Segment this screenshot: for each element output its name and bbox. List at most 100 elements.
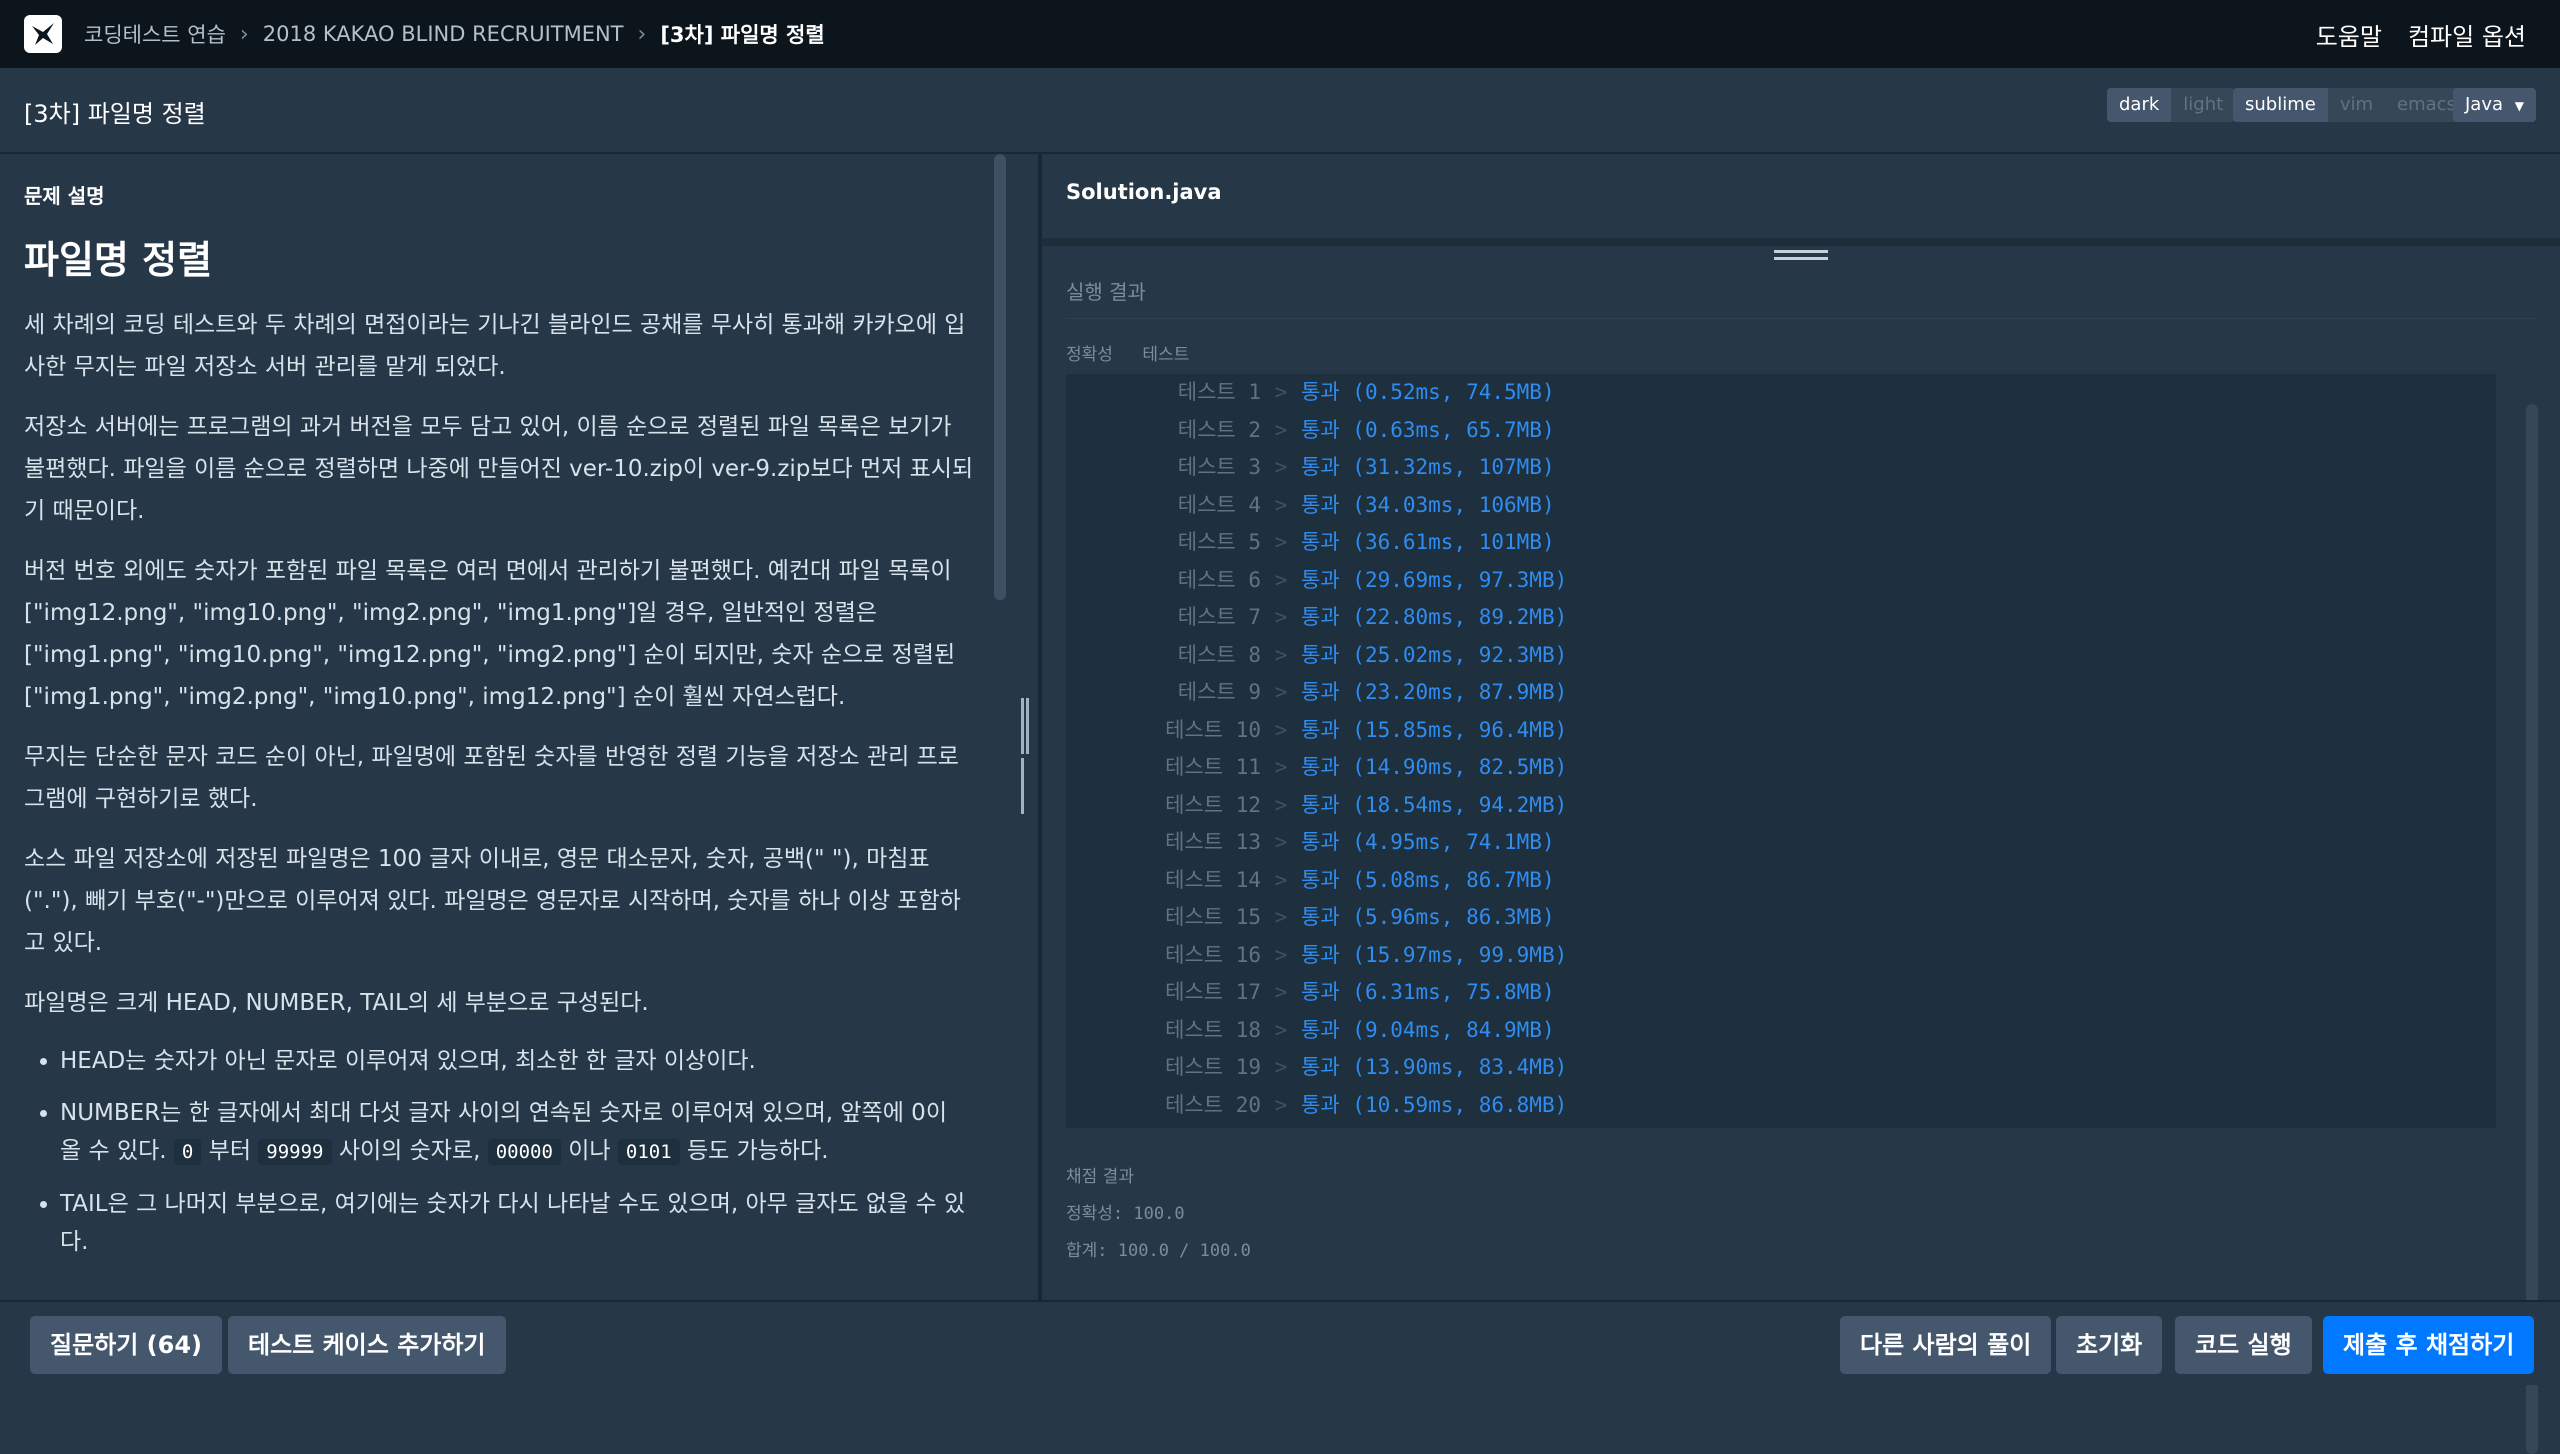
test-result-row: 테스트 18 > 통과 (9.04ms, 84.9MB) bbox=[1066, 1012, 2496, 1050]
test-status: 통과 bbox=[1301, 942, 1340, 967]
test-metric: (31.32ms, 107MB) bbox=[1352, 455, 1555, 479]
test-name: 테스트 8 bbox=[1177, 642, 1261, 667]
test-name: 테스트 15 bbox=[1165, 905, 1261, 929]
paragraph: 저장소 서버에는 프로그램의 과거 버전을 모두 담고 있어, 이름 순으로 정… bbox=[24, 414, 974, 524]
test-metric: (5.08ms, 86.7MB) bbox=[1352, 867, 1555, 892]
list-item: TAIL은 그 나머지 부분으로, 여기에는 숫자가 다시 나타날 수도 있으며… bbox=[60, 1185, 974, 1261]
problem-description-panel: 문제 설명 파일명 정렬 세 차례의 코딩 테스트와 두 차례의 면접이라는 기… bbox=[0, 154, 996, 1300]
test-metric: (15.85ms, 96.4MB) bbox=[1352, 717, 1568, 742]
test-name: 테스트 10 bbox=[1165, 717, 1261, 742]
test-status: 통과 bbox=[1301, 417, 1340, 442]
breadcrumb-recruitment[interactable]: 2018 KAKAO BLIND RECRUITMENT bbox=[263, 22, 624, 46]
compile-options-link[interactable]: 컴파일 옵션 bbox=[2408, 17, 2526, 52]
keymap-sublime-option[interactable]: sublime bbox=[2233, 88, 2328, 122]
test-metric: (14.90ms, 82.5MB) bbox=[1352, 755, 1568, 779]
test-metric: (6.31ms, 75.8MB) bbox=[1352, 980, 1555, 1004]
result-scrollbar[interactable] bbox=[2526, 404, 2538, 1454]
list-item-text: 이나 bbox=[568, 1138, 611, 1164]
test-status: 통과 bbox=[1301, 717, 1340, 742]
chevron-right-icon: › bbox=[637, 21, 647, 47]
test-result-row: 테스트 1 > 통과 (0.52ms, 74.5MB) bbox=[1066, 374, 2496, 412]
test-metric: (0.52ms, 74.5MB) bbox=[1352, 380, 1555, 404]
theme-dark-option[interactable]: dark bbox=[2107, 88, 2172, 122]
breadcrumb-current-problem: [3차] 파일명 정렬 bbox=[660, 23, 825, 47]
others-solution-button[interactable]: 다른 사람의 풀이 bbox=[1840, 1316, 2052, 1374]
code-editor[interactable] bbox=[1042, 238, 2560, 246]
total-score: 합계: 100.0 / 100.0 bbox=[1066, 1241, 1251, 1261]
test-name: 테스트 16 bbox=[1165, 942, 1261, 967]
tab-accuracy[interactable]: 정확성 bbox=[1066, 345, 1113, 365]
test-name: 테스트 18 bbox=[1165, 1017, 1261, 1042]
paragraph: 파일명은 크게 HEAD, NUMBER, TAIL의 세 부분으로 구성된다. bbox=[24, 990, 649, 1016]
test-metric: (5.96ms, 86.3MB) bbox=[1352, 905, 1555, 929]
problem-title-bar: [3차] 파일명 정렬 dark light sublime vim emacs… bbox=[0, 68, 2560, 154]
test-name: 테스트 12 bbox=[1165, 792, 1261, 817]
section-label: 문제 설명 bbox=[24, 184, 105, 208]
result-output: 테스트 1 > 통과 (0.52ms, 74.5MB) 테스트 2 > 통과 (0.63m… bbox=[1066, 374, 2498, 1280]
test-result-row: 테스트 13 > 통과 (4.95ms, 74.1MB) bbox=[1066, 824, 2496, 862]
chevron-right-icon: > bbox=[1274, 680, 1288, 704]
test-name: 테스트 4 bbox=[1177, 492, 1261, 517]
chevron-right-icon: > bbox=[1274, 530, 1288, 554]
test-metric: (10.59ms, 86.8MB) bbox=[1352, 1092, 1568, 1117]
test-result-row: 테스트 17 > 통과 (6.31ms, 75.8MB) bbox=[1066, 974, 2496, 1012]
test-result-row: 테스트 14 > 통과 (5.08ms, 86.7MB) bbox=[1066, 862, 2496, 900]
paragraph: 버전 번호 외에도 숫자가 포함된 파일 목록은 여러 면에서 관리하기 불편했… bbox=[24, 558, 956, 710]
result-tabs: 정확성 테스트 bbox=[1066, 340, 1213, 365]
test-name: 테스트 11 bbox=[1165, 755, 1261, 779]
test-name: 테스트 2 bbox=[1177, 417, 1261, 442]
breadcrumb-coding-test[interactable]: 코딩테스트 연습 bbox=[84, 19, 226, 49]
paragraph: 소스 파일 저장소에 저장된 파일명은 100 글자 이내로, 영문 대소문자,… bbox=[24, 846, 961, 956]
test-status: 통과 bbox=[1301, 455, 1340, 479]
chevron-right-icon: > bbox=[1274, 980, 1288, 1004]
inline-code: 0101 bbox=[617, 1139, 680, 1165]
test-status: 통과 bbox=[1301, 680, 1340, 704]
test-name: 테스트 17 bbox=[1165, 980, 1261, 1004]
keymap-vim-option[interactable]: vim bbox=[2328, 88, 2385, 122]
description-scrollbar[interactable] bbox=[994, 154, 1006, 600]
drag-handle-icon[interactable] bbox=[1774, 250, 1828, 266]
test-name: 테스트 3 bbox=[1177, 455, 1261, 479]
resize-handle-icon[interactable] bbox=[1021, 698, 1035, 814]
test-status: 통과 bbox=[1301, 830, 1340, 854]
language-select[interactable]: Java ▼ bbox=[2453, 88, 2536, 122]
add-testcase-button[interactable]: 테스트 케이스 추가하기 bbox=[228, 1316, 506, 1374]
paragraph: 무지는 단순한 문자 코드 순이 아닌, 파일명에 포함된 숫자를 반영한 정렬… bbox=[24, 744, 959, 812]
help-link[interactable]: 도움말 bbox=[2316, 17, 2382, 52]
test-metric: (0.63ms, 65.7MB) bbox=[1352, 417, 1555, 442]
test-metric: (23.20ms, 87.9MB) bbox=[1352, 680, 1568, 704]
test-result-row: 테스트 11 > 통과 (14.90ms, 82.5MB) bbox=[1066, 749, 2496, 787]
file-tab[interactable]: Solution.java bbox=[1066, 180, 1222, 204]
list-item: HEAD는 숫자가 아닌 문자로 이루어져 있으며, 최소한 한 글자 이상이다… bbox=[60, 1042, 974, 1080]
chevron-right-icon: > bbox=[1274, 830, 1288, 854]
test-metric: (34.03ms, 106MB) bbox=[1352, 492, 1555, 517]
test-status: 통과 bbox=[1301, 642, 1340, 667]
accuracy-score: 정확성: 100.0 bbox=[1066, 1204, 1185, 1224]
test-result-row: 테스트 5 > 통과 (36.61ms, 101MB) bbox=[1066, 524, 2496, 562]
grade-heading: 채점 결과 bbox=[1066, 1167, 1134, 1187]
run-code-button[interactable]: 코드 실행 bbox=[2175, 1316, 2312, 1374]
top-navigation-bar: 코딩테스트 연습 › 2018 KAKAO BLIND RECRUITMENT … bbox=[0, 0, 2560, 68]
reset-button[interactable]: 초기화 bbox=[2056, 1316, 2163, 1374]
test-result-row: 테스트 8 > 통과 (25.02ms, 92.3MB) bbox=[1066, 637, 2496, 675]
test-name: 테스트 14 bbox=[1165, 867, 1261, 892]
ask-question-button[interactable]: 질문하기 (64) bbox=[30, 1316, 223, 1374]
caret-down-icon: ▼ bbox=[2514, 99, 2524, 113]
page-title: [3차] 파일명 정렬 bbox=[24, 100, 206, 128]
programmers-logo-icon[interactable] bbox=[24, 15, 62, 53]
theme-light-option[interactable]: light bbox=[2171, 88, 2235, 122]
submit-button[interactable]: 제출 후 채점하기 bbox=[2323, 1316, 2535, 1374]
test-result-row: 테스트 6 > 통과 (29.69ms, 97.3MB) bbox=[1066, 562, 2496, 600]
chevron-right-icon: > bbox=[1274, 492, 1288, 517]
test-metric: (9.04ms, 84.9MB) bbox=[1352, 1017, 1555, 1042]
test-result-row: 테스트 2 > 통과 (0.63ms, 65.7MB) bbox=[1066, 412, 2496, 450]
test-status: 통과 bbox=[1301, 530, 1340, 554]
paragraph: 세 차례의 코딩 테스트와 두 차례의 면접이라는 기나긴 블라인드 공채를 무… bbox=[24, 312, 966, 380]
chevron-right-icon: > bbox=[1274, 1055, 1288, 1079]
keymap-toggle: sublime vim emacs bbox=[2233, 88, 2468, 122]
chevron-right-icon: > bbox=[1274, 942, 1288, 967]
test-result-row: 테스트 3 > 통과 (31.32ms, 107MB) bbox=[1066, 449, 2496, 487]
tab-test[interactable]: 테스트 bbox=[1142, 345, 1189, 365]
test-result-list: 테스트 1 > 통과 (0.52ms, 74.5MB) 테스트 2 > 통과 (0.63m… bbox=[1066, 374, 2496, 1128]
bullet-list: HEAD는 숫자가 아닌 문자로 이루어져 있으며, 최소한 한 글자 이상이다… bbox=[24, 1042, 974, 1261]
